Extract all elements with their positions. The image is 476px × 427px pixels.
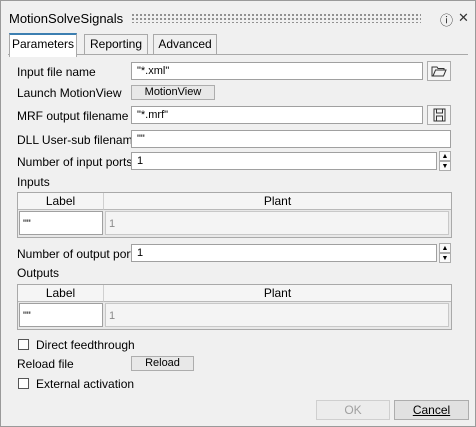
ok-button[interactable]: OK	[316, 400, 390, 420]
spin-down-icon[interactable]: ▼	[439, 161, 451, 171]
output-row-plant-cell[interactable]: 1	[105, 303, 449, 327]
motionview-button[interactable]: MotionView	[131, 85, 215, 100]
num-input-ports-field[interactable]: 1	[131, 152, 437, 170]
window-title: MotionSolveSignals	[9, 11, 124, 26]
folder-open-icon	[431, 66, 447, 77]
inputs-table: Label Plant "" 1	[17, 192, 452, 238]
num-output-ports-spinner[interactable]: ▲ ▼	[439, 243, 451, 263]
help-icon[interactable]: ⓘ	[440, 10, 453, 29]
table-header-plant: Plant	[104, 193, 451, 210]
tab-label: Reporting	[89, 37, 143, 51]
tab-parameters[interactable]: Parameters	[9, 33, 77, 57]
open-file-button[interactable]	[427, 61, 451, 81]
dll-usersub-label: DLL User-sub filename	[17, 133, 140, 147]
dll-usersub-field[interactable]: ""	[131, 130, 451, 148]
save-file-button[interactable]	[427, 105, 451, 125]
num-input-ports-spinner[interactable]: ▲ ▼	[439, 151, 451, 171]
direct-feedthrough-label: Direct feedthrough	[36, 338, 135, 352]
num-output-ports-field[interactable]: 1	[131, 244, 437, 262]
table-header-label: Label	[18, 193, 104, 210]
tab-label: Advanced	[158, 37, 212, 51]
external-activation-checkbox[interactable]	[18, 378, 29, 389]
save-icon	[433, 108, 446, 122]
title-drag-handle[interactable]	[131, 13, 421, 23]
spin-up-icon[interactable]: ▲	[439, 151, 451, 161]
cancel-button[interactable]: Cancel	[394, 400, 469, 420]
output-row-label-cell[interactable]: ""	[19, 303, 103, 327]
num-input-ports-label: Number of input ports	[17, 155, 133, 169]
spin-down-icon[interactable]: ▼	[439, 253, 451, 263]
tab-reporting[interactable]: Reporting	[84, 34, 148, 55]
input-row-plant-cell[interactable]: 1	[105, 211, 449, 235]
inputs-section-title: Inputs	[17, 175, 50, 189]
direct-feedthrough-checkbox[interactable]	[18, 339, 29, 350]
dialog-window: MotionSolveSignals ⓘ ✕ Parameters Report…	[0, 0, 476, 427]
mrf-output-label: MRF output filename	[17, 109, 129, 123]
tab-advanced[interactable]: Advanced	[153, 34, 217, 55]
close-icon[interactable]: ✕	[458, 10, 469, 26]
spin-up-icon[interactable]: ▲	[439, 243, 451, 253]
num-output-ports-label: Number of output ports	[17, 247, 140, 261]
input-row-label-cell[interactable]: ""	[19, 211, 103, 235]
reload-button[interactable]: Reload	[131, 356, 194, 371]
outputs-table: Label Plant "" 1	[17, 284, 452, 330]
reload-file-label: Reload file	[17, 357, 74, 371]
table-header-plant: Plant	[104, 285, 451, 302]
launch-motionview-label: Launch MotionView	[17, 86, 122, 100]
input-file-label: Input file name	[17, 65, 96, 79]
outputs-section-title: Outputs	[17, 266, 60, 280]
tab-label: Parameters	[11, 37, 75, 51]
mrf-output-field[interactable]: "*.mrf"	[131, 106, 423, 124]
external-activation-label: External activation	[36, 377, 135, 391]
input-file-field[interactable]: "*.xml"	[131, 62, 423, 80]
table-header-label: Label	[18, 285, 104, 302]
